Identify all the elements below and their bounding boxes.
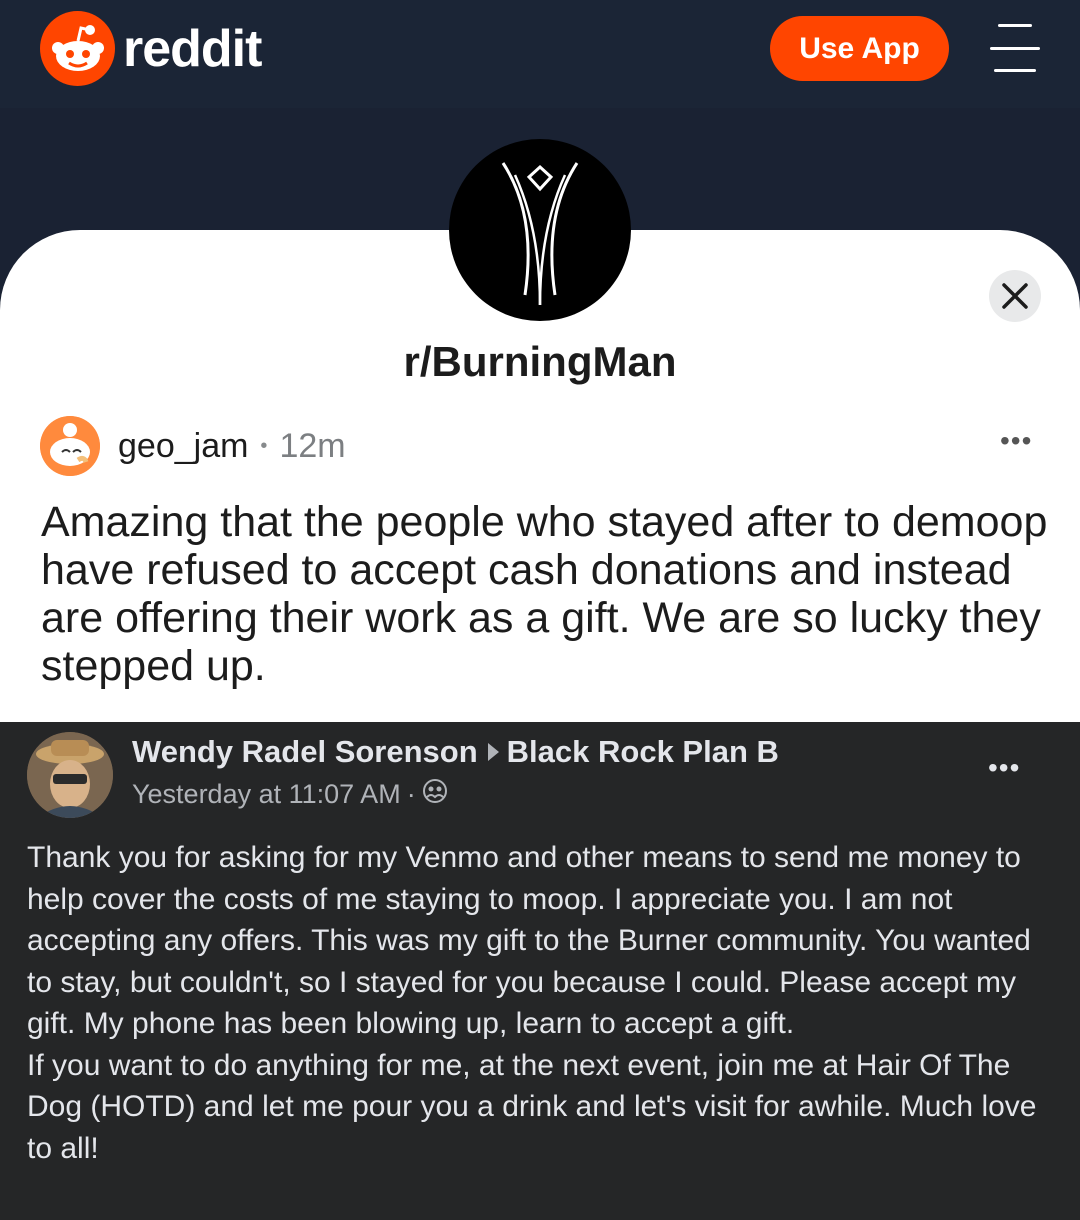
fb-group-name: Black Rock Plan B <box>506 734 779 769</box>
avatar <box>27 732 113 818</box>
fb-post-body: Thank you for asking for my Venmo and ot… <box>27 837 1057 1169</box>
post-meta: geo_jam • 12m <box>40 416 346 476</box>
top-navigation-bar: reddit Use App <box>0 0 1080 108</box>
fb-post-meta: Yesterday at 11:07 AM · <box>132 778 448 811</box>
fb-author-name: Wendy Radel Sorenson <box>132 734 478 769</box>
fb-more-options-icon: ••• <box>988 752 1021 783</box>
post-more-options-icon[interactable]: ••• <box>1000 425 1032 457</box>
use-app-button[interactable]: Use App <box>770 16 949 81</box>
reddit-snoo-icon <box>40 11 115 86</box>
reddit-wordmark: reddit <box>123 19 262 78</box>
post-age: 12m <box>279 426 346 465</box>
group-privacy-icon <box>422 778 448 811</box>
close-icon[interactable] <box>989 270 1041 322</box>
reddit-logo[interactable]: reddit <box>40 11 262 86</box>
fb-post-header: Wendy Radel Sorenson Black Rock Plan B <box>132 734 779 770</box>
triangle-right-icon <box>487 743 499 761</box>
meta-separator: · <box>406 779 416 809</box>
hamburger-menu-icon[interactable] <box>988 24 1042 72</box>
post-title[interactable]: Amazing that the people who stayed after… <box>41 498 1051 690</box>
post-author[interactable]: geo_jam <box>118 427 248 466</box>
fb-post-text: Thank you for asking for my Venmo and ot… <box>27 841 1037 1165</box>
burning-man-figure-icon[interactable] <box>449 139 631 321</box>
meta-separator: • <box>260 434 268 457</box>
fb-timestamp: Yesterday at 11:07 AM <box>132 779 401 809</box>
user-avatar[interactable] <box>40 416 100 476</box>
subreddit-name[interactable]: r/BurningMan <box>0 338 1080 386</box>
